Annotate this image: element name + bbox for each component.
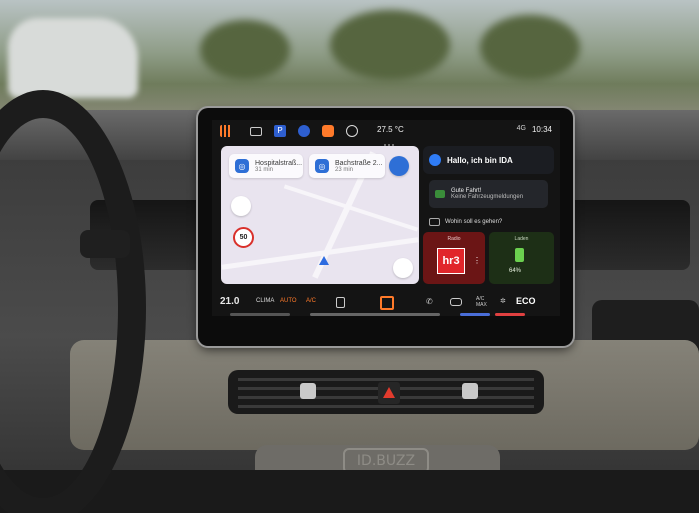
station-logo: hr3 bbox=[437, 248, 465, 274]
route-options-button[interactable] bbox=[389, 156, 409, 176]
car-icon[interactable] bbox=[450, 298, 462, 306]
phone-icon[interactable]: ✆ bbox=[426, 297, 433, 306]
ida-greeting: Hallo, ich bin IDA bbox=[447, 155, 513, 165]
destination-card-1[interactable]: ◎ Hospitalstraß... 31 min bbox=[229, 154, 303, 178]
background-tree bbox=[480, 15, 580, 80]
destination-name: Hospitalstraß... bbox=[255, 159, 303, 167]
ida-icon bbox=[429, 154, 441, 166]
navigation-map[interactable]: ◎ Hospitalstraß... 31 min ◎ Bachstraße 2… bbox=[221, 146, 419, 284]
prompt-text: Wohin soll es gehen? bbox=[445, 219, 503, 225]
search-icon[interactable] bbox=[393, 258, 413, 278]
destination-eta: 23 min bbox=[335, 166, 354, 173]
speed-limit-sign: 50 bbox=[233, 227, 254, 248]
auto-button[interactable]: AUTO bbox=[280, 298, 297, 304]
vehicle-position-icon bbox=[319, 256, 329, 265]
plug-icon bbox=[515, 248, 524, 262]
car-icon bbox=[435, 190, 445, 198]
outside-temperature: 27.5 °C bbox=[377, 125, 404, 134]
ac-max-button[interactable]: A/C MAX bbox=[476, 296, 487, 308]
eco-button[interactable]: ECO bbox=[516, 296, 536, 306]
navigation-icon: ◎ bbox=[235, 159, 249, 173]
ida-header[interactable]: Hallo, ich bin IDA bbox=[423, 146, 554, 174]
add-icon[interactable] bbox=[346, 125, 358, 137]
clima-button[interactable]: CLIMA bbox=[256, 298, 274, 304]
infotainment-screen: P 27.5 °C 4G 10:34 ◎ Hospitalstraß... 31… bbox=[212, 120, 560, 316]
charging-label: Laden bbox=[514, 236, 529, 242]
radio-label: Radio bbox=[447, 236, 461, 242]
camera-icon[interactable] bbox=[231, 196, 251, 216]
fan-icon[interactable]: ✲ bbox=[500, 297, 506, 305]
ac-button[interactable]: A/C bbox=[306, 298, 316, 304]
turn-signal-stalk[interactable] bbox=[80, 230, 130, 258]
status-bar: P 27.5 °C 4G 10:34 bbox=[212, 120, 560, 146]
climate-bar: 21.0 CLIMA AUTO A/C ✆ A/C MAX ✲ ECO bbox=[212, 288, 560, 316]
hazard-button[interactable] bbox=[378, 382, 400, 404]
more-icon[interactable]: ⋮ bbox=[473, 256, 481, 265]
destination-card-2[interactable]: ◎ Bachstraße 2... 23 min bbox=[309, 154, 385, 178]
home-button[interactable] bbox=[380, 296, 394, 310]
vent-knob[interactable] bbox=[462, 383, 478, 399]
parking-icon[interactable]: P bbox=[274, 125, 286, 137]
clock: 10:34 bbox=[531, 125, 552, 134]
radio-widget[interactable]: Radio hr3 ⋮ bbox=[423, 232, 485, 284]
vent-knob[interactable] bbox=[300, 383, 316, 399]
background-tree bbox=[330, 10, 450, 80]
app-grid-icon[interactable] bbox=[220, 125, 232, 137]
parked-car bbox=[8, 18, 138, 98]
seat-heating-icon[interactable] bbox=[336, 297, 345, 308]
background-tree bbox=[200, 20, 290, 80]
navigation-icon: ◎ bbox=[315, 159, 329, 173]
car-icon[interactable] bbox=[250, 127, 262, 136]
touch-slider-bar[interactable] bbox=[230, 313, 545, 317]
message-detail: Keine Fahrzeugmeldungen bbox=[451, 194, 524, 200]
destination-name: Bachstraße 2... bbox=[335, 159, 383, 167]
destination-prompt[interactable]: Wohin soll es gehen? bbox=[423, 214, 554, 230]
vehicle-status-message[interactable]: Gute Fahrt! Keine Fahrzeugmeldungen bbox=[429, 180, 548, 208]
alert-icon[interactable] bbox=[322, 125, 334, 137]
car-interior-photo: ID.BUZZ P 27.5 °C 4G 10:34 ◎ Hospitalstr… bbox=[0, 0, 699, 513]
cabin-temperature[interactable]: 21.0 bbox=[220, 296, 239, 307]
assist-icon[interactable] bbox=[298, 125, 310, 137]
car-icon bbox=[429, 218, 440, 226]
assistant-panel: Hallo, ich bin IDA Gute Fahrt! Keine Fah… bbox=[423, 146, 554, 284]
charging-widget[interactable]: Laden 64% bbox=[489, 232, 554, 284]
page-dots bbox=[384, 139, 396, 146]
destination-eta: 31 min bbox=[255, 166, 274, 173]
signal-indicator: 4G bbox=[516, 125, 526, 132]
battery-percent: 64% bbox=[509, 268, 522, 274]
